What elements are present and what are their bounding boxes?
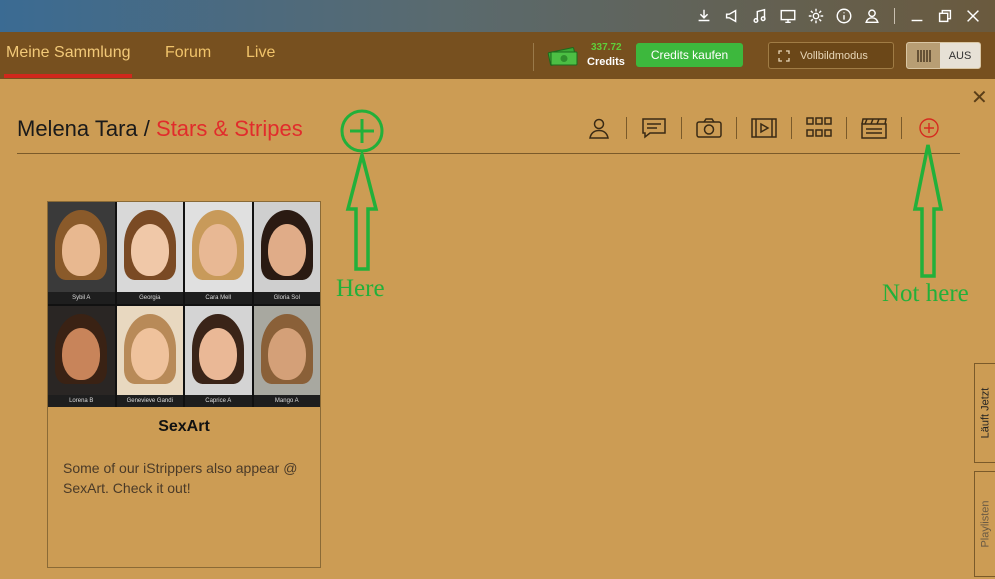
model-name: Mango A bbox=[253, 395, 320, 407]
side-tab-label: Läuft Jetzt bbox=[979, 387, 992, 439]
model-name: Gloria Sol bbox=[253, 291, 320, 304]
model-thumb: Caprice A bbox=[185, 305, 252, 407]
model-name: Caprice A bbox=[185, 395, 252, 407]
add-to-collection-icon[interactable] bbox=[340, 109, 384, 153]
toolbar-divider bbox=[846, 117, 847, 139]
active-tab-indicator bbox=[4, 74, 132, 78]
breadcrumb-show: Stars & Stripes bbox=[156, 116, 303, 141]
toolbar-divider bbox=[791, 117, 792, 139]
fullscreen-button[interactable]: Vollbildmodus bbox=[768, 42, 894, 69]
window-titlebar bbox=[0, 0, 995, 32]
model-name: Lorena B bbox=[48, 395, 115, 407]
here-arrow bbox=[345, 152, 379, 271]
not-here-annotation: Not here bbox=[882, 280, 969, 307]
buy-credits-button[interactable]: Credits kaufen bbox=[636, 43, 743, 67]
grid-icon[interactable] bbox=[804, 116, 834, 140]
model-name: Georgia bbox=[116, 291, 183, 304]
camera-icon[interactable] bbox=[694, 116, 724, 140]
side-tab-now-playing[interactable]: Läuft Jetzt bbox=[974, 363, 995, 463]
credits-value: 337.72 bbox=[591, 42, 622, 53]
studio-card[interactable]: Sybil A Georgia Cara Mell Gloria Sol Lor… bbox=[47, 201, 321, 568]
clapperboard-icon[interactable] bbox=[859, 116, 889, 140]
model-name: Cara Mell bbox=[185, 291, 252, 304]
model-thumb: Mango A bbox=[253, 305, 320, 407]
chat-icon[interactable] bbox=[639, 116, 669, 140]
megaphone-icon[interactable] bbox=[722, 6, 742, 26]
money-icon bbox=[546, 44, 580, 71]
fullscreen-icon bbox=[778, 49, 790, 62]
titlebar-divider bbox=[894, 8, 895, 24]
not-here-arrow bbox=[912, 144, 944, 278]
side-tab-label: Playlisten bbox=[979, 500, 992, 548]
tab-live[interactable]: Live bbox=[246, 44, 275, 62]
model-thumb: Georgia bbox=[116, 202, 183, 304]
breadcrumb-separator: / bbox=[137, 116, 157, 141]
model-thumb: Cara Mell bbox=[185, 202, 252, 304]
model-thumb: Lorena B bbox=[48, 305, 115, 407]
close-icon[interactable] bbox=[963, 6, 983, 26]
model-mosaic: Sybil A Georgia Cara Mell Gloria Sol Lor… bbox=[48, 202, 320, 407]
minimize-icon[interactable] bbox=[907, 6, 927, 26]
model-thumb: Gloria Sol bbox=[253, 202, 320, 304]
fullscreen-label: Vollbildmodus bbox=[800, 49, 868, 62]
tab-meine-sammlung[interactable]: Meine Sammlung bbox=[6, 44, 131, 62]
model-name: Sybil A bbox=[48, 291, 115, 304]
add-circle-icon[interactable] bbox=[914, 116, 944, 140]
toggle-state-label: AUS bbox=[948, 49, 972, 62]
toolbar-divider bbox=[681, 117, 682, 139]
video-icon[interactable] bbox=[749, 116, 779, 140]
toolbar-divider bbox=[901, 117, 902, 139]
model-thumb: Genevieve Gandi bbox=[116, 305, 183, 407]
restore-icon[interactable] bbox=[935, 6, 955, 26]
here-annotation: Here bbox=[336, 275, 385, 302]
user-icon[interactable] bbox=[862, 6, 882, 26]
panel-close-icon[interactable]: ✕ bbox=[971, 88, 988, 108]
card-title: SexArt bbox=[158, 418, 210, 435]
nav-divider bbox=[533, 43, 534, 71]
gear-icon[interactable] bbox=[806, 6, 826, 26]
tab-forum[interactable]: Forum bbox=[165, 44, 211, 62]
barcode-icon bbox=[907, 43, 940, 68]
side-tab-playlists[interactable]: Playlisten bbox=[974, 471, 995, 577]
toolbar-divider bbox=[736, 117, 737, 139]
main-nav: Meine Sammlung Forum Live 337.72 Credits… bbox=[0, 32, 995, 79]
mode-toggle[interactable]: AUS bbox=[906, 42, 981, 69]
card-description: Some of our iStrippers also appear @ Sex… bbox=[63, 460, 298, 496]
header-divider bbox=[17, 153, 960, 154]
breadcrumb-model[interactable]: Melena Tara bbox=[17, 116, 138, 141]
download-icon[interactable] bbox=[694, 6, 714, 26]
credits-label: Credits bbox=[587, 56, 625, 68]
model-thumb: Sybil A bbox=[48, 202, 115, 304]
breadcrumb: Melena Tara / Stars & Stripes bbox=[17, 116, 303, 142]
music-icon[interactable] bbox=[750, 6, 770, 26]
profile-icon[interactable] bbox=[584, 116, 614, 140]
model-name: Genevieve Gandi bbox=[116, 395, 183, 407]
view-toolbar bbox=[584, 116, 944, 140]
toolbar-divider bbox=[626, 117, 627, 139]
info-icon[interactable] bbox=[834, 6, 854, 26]
monitor-icon[interactable] bbox=[778, 6, 798, 26]
